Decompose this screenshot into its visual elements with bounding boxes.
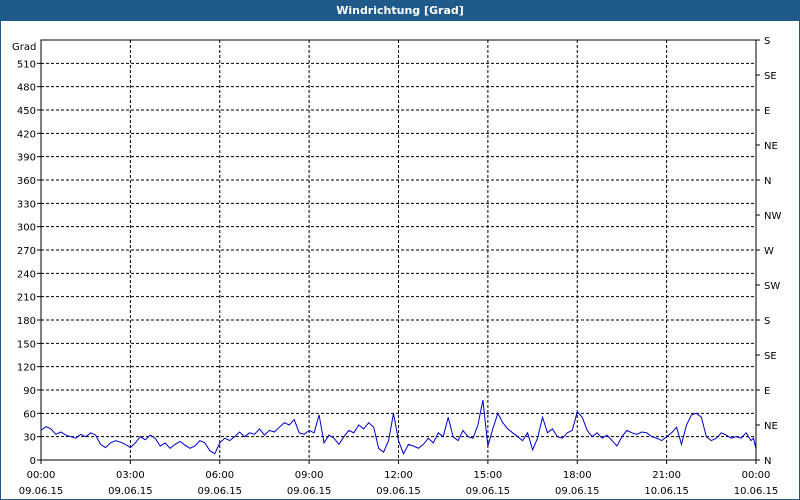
right-tick-label: NE	[764, 421, 778, 432]
right-tick-label: E	[764, 386, 770, 397]
y-tick-label: 360	[17, 176, 36, 187]
y-tick-label: 510	[17, 59, 36, 70]
x-tick-time: 12:00	[384, 470, 413, 481]
right-tick-label: NW	[764, 211, 781, 222]
y-tick-label: 210	[17, 293, 36, 304]
right-tick-label: NE	[764, 141, 778, 152]
x-tick-date: 10.06.15	[644, 486, 689, 497]
y-tick-label: 390	[17, 153, 36, 164]
left-axis: 0 30 60 90 120 150 180 210 240 270 300 330 360 390 420…	[17, 59, 41, 467]
x-tick-time: 15:00	[473, 470, 502, 481]
y-tick-label: 0	[30, 456, 36, 467]
y-tick-label: 240	[17, 269, 36, 280]
y-tick-label: 420	[17, 129, 36, 140]
y-tick-label: 270	[17, 246, 36, 257]
right-tick-label: SE	[764, 71, 777, 82]
x-tick-time: 00:00	[27, 470, 56, 481]
y-tick-label: 150	[17, 339, 36, 350]
y-tick-label: 330	[17, 199, 36, 210]
y-tick-label: 480	[17, 83, 36, 94]
y-tick-label: 180	[17, 316, 36, 327]
x-tick-date: 10.06.15	[734, 486, 779, 497]
x-tick-time: 06:00	[205, 470, 234, 481]
y-tick-label: 300	[17, 223, 36, 234]
right-tick-label: N	[764, 176, 771, 187]
right-axis: N NE E SE S SW W NW N NE E SE S	[756, 36, 781, 467]
x-tick-date: 09.06.15	[108, 486, 153, 497]
wind-direction-chart: 0 30 60 90 120 150 180 210 240 270 300 330 360 390 420…	[12, 36, 781, 497]
right-tick-label: SE	[764, 351, 777, 362]
y-tick-label: 30	[23, 433, 36, 444]
x-tick-date: 09.06.15	[287, 486, 332, 497]
right-tick-label: S	[764, 36, 770, 47]
x-axis: 00:00 09.06.15 03:00 09.06.15 06:00 09.06.15 0…	[19, 460, 779, 497]
x-tick-time: 09:00	[295, 470, 324, 481]
right-tick-label: W	[764, 246, 774, 257]
x-tick-time: 03:00	[116, 470, 145, 481]
x-tick-date: 09.06.15	[466, 486, 511, 497]
y-axis-label: Grad	[12, 42, 36, 53]
x-tick-time: 21:00	[652, 470, 681, 481]
y-tick-label: 450	[17, 106, 36, 117]
x-tick-date: 09.06.15	[19, 486, 64, 497]
x-tick-date: 09.06.15	[376, 486, 421, 497]
y-tick-label: 120	[17, 363, 36, 374]
x-tick-date: 09.06.15	[197, 486, 242, 497]
x-tick-time: 00:00	[742, 470, 771, 481]
x-tick-date: 09.06.15	[555, 486, 600, 497]
y-tick-label: 90	[23, 386, 36, 397]
y-tick-label: 60	[23, 409, 36, 420]
x-tick-time: 18:00	[563, 470, 592, 481]
right-tick-label: S	[764, 316, 770, 327]
right-tick-label: E	[764, 106, 770, 117]
grid-lines	[41, 40, 756, 460]
right-tick-label: N	[764, 456, 771, 467]
right-tick-label: SW	[764, 281, 780, 292]
